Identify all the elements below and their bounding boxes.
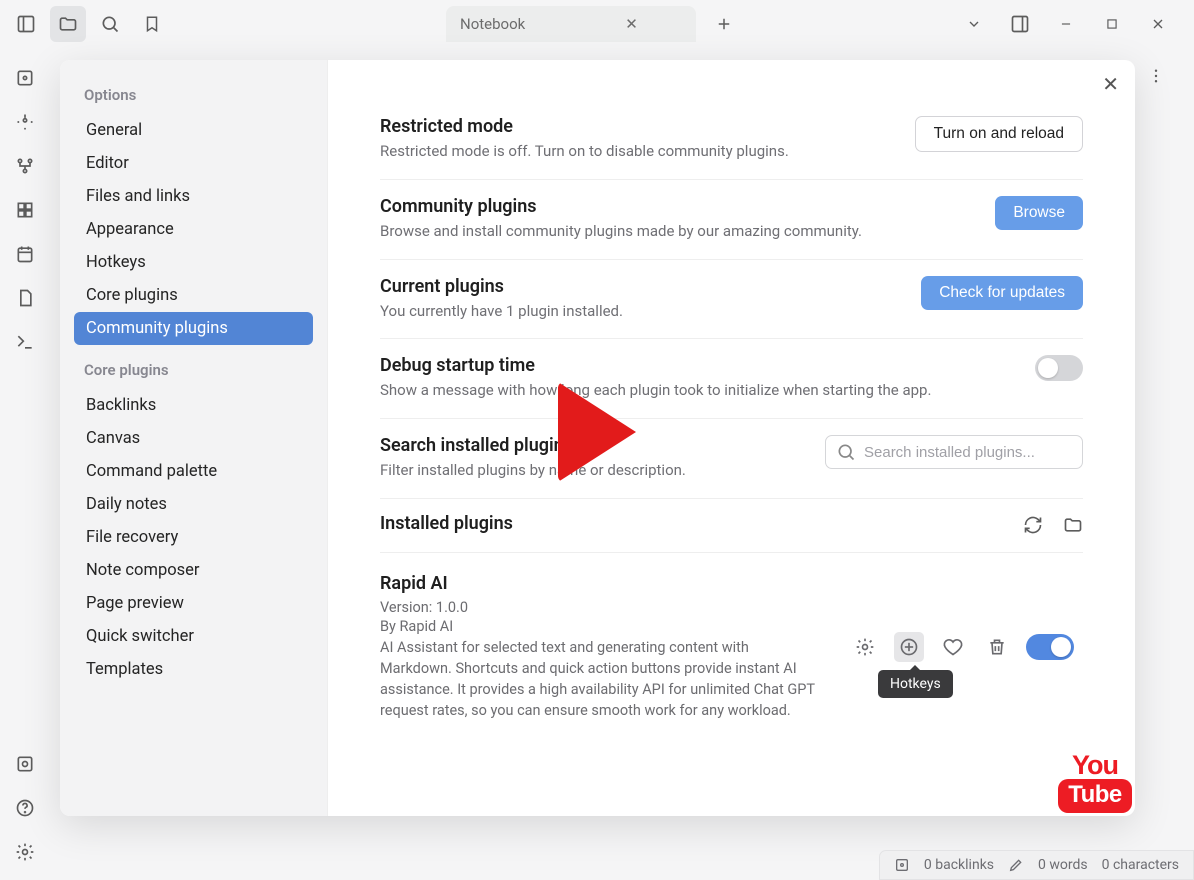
sidebar-item-note-composer[interactable]: Note composer — [74, 554, 313, 587]
char-count: 0 characters — [1102, 857, 1179, 873]
tab-notebook[interactable]: Notebook ✕ — [446, 6, 696, 42]
bookmark-icon[interactable] — [134, 6, 170, 42]
hotkeys-tooltip: Hotkeys — [878, 670, 953, 698]
canvas-icon[interactable] — [7, 192, 43, 228]
sidebar-item-canvas[interactable]: Canvas — [74, 422, 313, 455]
plugin-settings-icon[interactable] — [850, 632, 880, 662]
settings-icon[interactable] — [7, 834, 43, 870]
sidebar-item-editor[interactable]: Editor — [74, 147, 313, 180]
plugin-item: Rapid AI Version: 1.0.0 By Rapid AI AI A… — [380, 553, 1083, 721]
quick-switcher-icon[interactable] — [7, 60, 43, 96]
pencil-icon — [1008, 857, 1024, 873]
sidebar-item-file-recovery[interactable]: File recovery — [74, 521, 313, 554]
core-plugins-header: Core plugins — [74, 345, 313, 389]
status-bar: 0 backlinks 0 words 0 characters — [879, 850, 1194, 880]
plugin-description: AI Assistant for selected text and gener… — [380, 637, 820, 721]
installed-plugins-header: Installed plugins — [380, 513, 513, 534]
command-icon[interactable] — [7, 324, 43, 360]
more-menu-icon[interactable] — [1138, 58, 1174, 94]
page-icon[interactable] — [7, 280, 43, 316]
backlinks-status-icon — [894, 857, 910, 873]
chevron-down-icon[interactable] — [956, 6, 992, 42]
new-tab-icon[interactable] — [706, 6, 742, 42]
close-icon[interactable]: ✕ — [1102, 72, 1119, 96]
plugin-donate-icon[interactable] — [938, 632, 968, 662]
search-plugins-desc: Filter installed plugins by name or desc… — [380, 460, 825, 482]
browse-button[interactable]: Browse — [995, 196, 1083, 230]
git-icon[interactable] — [7, 148, 43, 184]
sidebar-item-command-palette[interactable]: Command palette — [74, 455, 313, 488]
sidebar-item-daily-notes[interactable]: Daily notes — [74, 488, 313, 521]
sidebar-item-files-and-links[interactable]: Files and links — [74, 180, 313, 213]
debug-startup-toggle[interactable] — [1035, 355, 1083, 381]
turn-on-reload-button[interactable]: Turn on and reload — [915, 116, 1083, 152]
window-close-icon[interactable] — [1140, 6, 1176, 42]
sidebar-item-templates[interactable]: Templates — [74, 653, 313, 686]
sidebar-item-quick-switcher[interactable]: Quick switcher — [74, 620, 313, 653]
debug-startup-title: Debug startup time — [380, 355, 1035, 376]
plugin-enable-toggle[interactable] — [1026, 634, 1074, 660]
search-icon[interactable] — [92, 6, 128, 42]
sidebar-item-appearance[interactable]: Appearance — [74, 213, 313, 246]
search-plugins-title: Search installed plugins — [380, 435, 825, 456]
plugin-hotkeys-icon[interactable] — [894, 632, 924, 662]
daily-note-icon[interactable] — [7, 236, 43, 272]
restricted-mode-desc: Restricted mode is off. Turn on to disab… — [380, 141, 915, 163]
current-plugins-title: Current plugins — [380, 276, 921, 297]
search-icon — [836, 442, 856, 462]
sidebar-item-hotkeys[interactable]: Hotkeys — [74, 246, 313, 279]
backlinks-count: 0 backlinks — [924, 857, 994, 873]
search-plugins-input[interactable] — [864, 444, 1072, 461]
community-plugins-title: Community plugins — [380, 196, 995, 217]
sidebar-item-general[interactable]: General — [74, 114, 313, 147]
sidebar-left-icon[interactable] — [8, 6, 44, 42]
sidebar-item-core-plugins[interactable]: Core plugins — [74, 279, 313, 312]
files-icon[interactable] — [50, 6, 86, 42]
plugin-version: Version: 1.0.0 — [380, 599, 820, 616]
plugin-name: Rapid AI — [380, 573, 820, 594]
tab-close-icon[interactable]: ✕ — [625, 15, 638, 33]
folder-icon[interactable] — [1063, 515, 1083, 535]
help-icon[interactable] — [7, 790, 43, 826]
debug-startup-desc: Show a message with how long each plugin… — [380, 380, 1035, 402]
sidebar-item-page-preview[interactable]: Page preview — [74, 587, 313, 620]
tab-label: Notebook — [460, 15, 525, 33]
sidebar-item-backlinks[interactable]: Backlinks — [74, 389, 313, 422]
window-minimize-icon[interactable] — [1048, 6, 1084, 42]
settings-sidebar: Options GeneralEditorFiles and linksAppe… — [60, 60, 328, 816]
community-plugins-desc: Browse and install community plugins mad… — [380, 221, 995, 243]
graph-icon[interactable] — [7, 104, 43, 140]
vault-icon[interactable] — [7, 746, 43, 782]
sidebar-right-icon[interactable] — [1002, 6, 1038, 42]
word-count: 0 words — [1038, 857, 1088, 873]
options-header: Options — [74, 80, 313, 114]
settings-modal: ✕ Options GeneralEditorFiles and linksAp… — [60, 60, 1135, 816]
refresh-icon[interactable] — [1023, 515, 1043, 535]
restricted-mode-title: Restricted mode — [380, 116, 915, 137]
plugin-uninstall-icon[interactable] — [982, 632, 1012, 662]
sidebar-item-community-plugins[interactable]: Community plugins — [74, 312, 313, 345]
plugin-author: By Rapid AI — [380, 618, 820, 635]
settings-content: Restricted mode Restricted mode is off. … — [328, 60, 1135, 816]
search-plugins-box[interactable] — [825, 435, 1083, 469]
check-updates-button[interactable]: Check for updates — [921, 276, 1083, 310]
current-plugins-desc: You currently have 1 plugin installed. — [380, 301, 921, 323]
window-maximize-icon[interactable] — [1094, 6, 1130, 42]
